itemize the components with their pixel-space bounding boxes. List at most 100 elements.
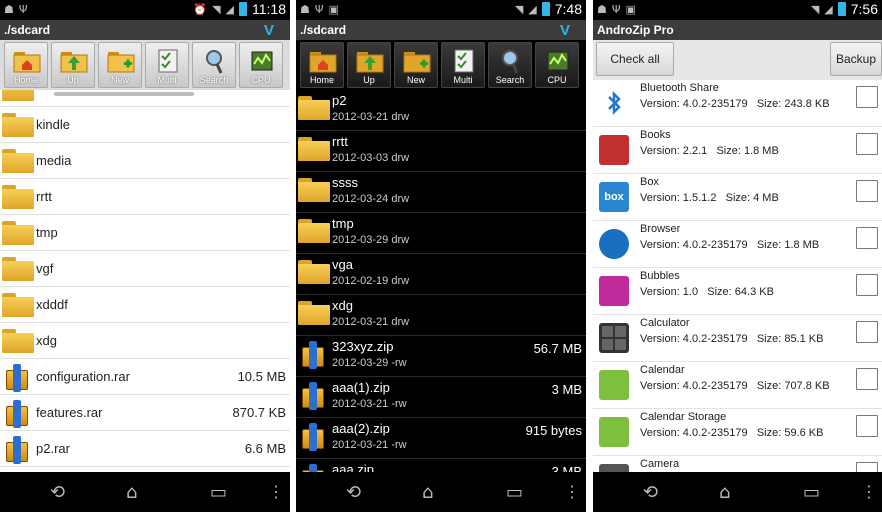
file-row[interactable]: tmp 2012-03-29 drw: [296, 213, 586, 254]
file-row[interactable]: features.rar 870.7 KB: [0, 395, 290, 431]
signal-icon: ◢: [824, 2, 833, 16]
app-row[interactable]: Bluetooth Share Version: 4.0.2-235179 Siz…: [593, 80, 882, 127]
app-select-checkbox[interactable]: [856, 133, 878, 155]
toolbar-new-button[interactable]: New: [394, 42, 438, 88]
app-logo-icon[interactable]: V: [264, 21, 274, 41]
recent-apps-icon[interactable]: ▭: [210, 482, 227, 503]
file-row[interactable]: vga 2012-02-19 drw: [296, 254, 586, 295]
archive-file-icon: [4, 364, 30, 392]
toolbar-cpu-button[interactable]: CPU: [535, 42, 579, 88]
toolbar-search-button[interactable]: Search: [192, 42, 236, 88]
toolbar-multi-button[interactable]: Multi: [145, 42, 189, 88]
shopping-bag-icon: ▣: [625, 3, 636, 16]
file-name: p2: [332, 93, 347, 108]
app-details: Version: 1.5.1.2 Size: 4 MB: [640, 192, 779, 204]
toolbar-multi-button[interactable]: Multi: [441, 42, 485, 88]
file-name: tmp: [36, 225, 58, 240]
folder-icon: [2, 149, 34, 173]
backup-button[interactable]: Backup: [830, 42, 882, 76]
file-row[interactable]: vgf: [0, 251, 290, 287]
app-select-checkbox[interactable]: [856, 180, 878, 202]
file-row[interactable]: aaa(2).zip 2012-03-21 -rw 915 bytes: [296, 418, 586, 459]
back-icon[interactable]: ⟲: [346, 482, 361, 503]
file-meta: 2012-03-29 -rw: [332, 357, 407, 369]
file-row[interactable]: rrtt: [0, 179, 290, 215]
file-row[interactable]: configuration.rar 10.5 MB: [0, 359, 290, 395]
toolbar-search-button[interactable]: Search: [488, 42, 532, 88]
home-icon[interactable]: ⌂: [719, 482, 730, 503]
status-bar: ☗ Ψ ▣ ◥ ◢ 7:48: [296, 0, 586, 20]
back-icon[interactable]: ⟲: [643, 482, 658, 503]
toolbar-button-label: Multi: [453, 75, 473, 85]
file-name: aaa(2).zip: [332, 421, 390, 436]
scrollbar[interactable]: [54, 92, 194, 96]
app-select-checkbox[interactable]: [856, 462, 878, 472]
app-row[interactable]: Calculator Version: 4.0.2-235179 Size: 85…: [593, 315, 882, 362]
app-version: Version: 4.0.2-235179: [640, 380, 748, 392]
app-row[interactable]: box Box Version: 1.5.1.2 Size: 4 MB: [593, 174, 882, 221]
app-row[interactable]: Browser Version: 4.0.2-235179 Size: 1.8 M…: [593, 221, 882, 268]
recent-apps-icon[interactable]: ▭: [803, 482, 820, 503]
file-list[interactable]: kindle media rrtt tmp vgf xdddf xdg configurati…: [0, 90, 290, 472]
app-select-checkbox[interactable]: [856, 274, 878, 296]
toolbar-up-button[interactable]: Up: [51, 42, 95, 88]
search-icon: [201, 48, 229, 74]
app-name: Books: [640, 129, 671, 141]
recent-apps-icon[interactable]: ▭: [506, 482, 523, 503]
check-all-button[interactable]: Check all: [596, 42, 674, 76]
file-meta: 2012-03-21 drw: [332, 316, 410, 328]
file-row[interactable]: xdg 2012-03-21 drw: [296, 295, 586, 336]
app-select-checkbox[interactable]: [856, 86, 878, 108]
toolbar-home-button[interactable]: Home: [300, 42, 344, 88]
app-select-checkbox[interactable]: [856, 368, 878, 390]
file-row[interactable]: xdg: [0, 323, 290, 359]
app-list[interactable]: Bluetooth Share Version: 4.0.2-235179 Siz…: [593, 80, 882, 472]
file-row[interactable]: aaa(1).zip 2012-03-21 -rw 3 MB: [296, 377, 586, 418]
home-icon[interactable]: ⌂: [126, 482, 137, 503]
file-meta: 2012-03-29 drw: [332, 234, 410, 246]
toolbar-up-button[interactable]: Up: [347, 42, 391, 88]
app-logo-icon[interactable]: V: [560, 21, 570, 41]
file-meta: 2012-03-21 -rw: [332, 398, 407, 410]
folder-icon: [2, 329, 34, 353]
app-row[interactable]: Books Version: 2.2.1 Size: 1.8 MB: [593, 127, 882, 174]
app-row[interactable]: Calendar Storage Version: 4.0.2-235179 Si…: [593, 409, 882, 456]
file-list[interactable]: p2 2012-03-21 drw rrtt 2012-03-03 drw ssss 20…: [296, 90, 586, 472]
file-row[interactable]: kindle: [0, 107, 290, 143]
file-row[interactable]: xdddf: [0, 287, 290, 323]
app-row[interactable]: Bubbles Version: 1.0 Size: 64.3 KB: [593, 268, 882, 315]
app-size: Size: 85.1 KB: [756, 333, 824, 345]
app-select-checkbox[interactable]: [856, 227, 878, 249]
menu-icon[interactable]: ⋮: [564, 482, 580, 501]
calendar-storage-icon: [599, 417, 629, 447]
file-row[interactable]: rrtt 2012-03-03 drw: [296, 131, 586, 172]
toolbar-new-button[interactable]: New: [98, 42, 142, 88]
file-meta: 2012-03-03 drw: [332, 152, 410, 164]
file-row[interactable]: media: [0, 143, 290, 179]
file-row[interactable]: tmp: [0, 215, 290, 251]
app-row[interactable]: Camera: [593, 456, 882, 472]
folder-icon: [2, 221, 34, 245]
menu-icon[interactable]: ⋮: [268, 482, 284, 501]
home-icon[interactable]: ⌂: [422, 482, 433, 503]
app-size: Size: 1.8 MB: [716, 145, 779, 157]
app-row[interactable]: Calendar Version: 4.0.2-235179 Size: 707.…: [593, 362, 882, 409]
battery-icon: [541, 2, 550, 16]
toolbar-home-button[interactable]: Home: [4, 42, 48, 88]
file-row[interactable]: p2.rar 6.6 MB: [0, 431, 290, 467]
back-icon[interactable]: ⟲: [50, 482, 65, 503]
toolbar-button-label: New: [110, 75, 129, 85]
app-select-checkbox[interactable]: [856, 415, 878, 437]
file-row[interactable]: 323xyz.zip 2012-03-29 -rw 56.7 MB: [296, 336, 586, 377]
file-name: tmp: [332, 216, 354, 231]
file-row[interactable]: aaa.zip 3 MB: [296, 459, 586, 472]
toolbar-cpu-button[interactable]: CPU: [239, 42, 283, 88]
file-row[interactable]: p2 2012-03-21 drw: [296, 90, 586, 131]
app-select-checkbox[interactable]: [856, 321, 878, 343]
file-name: configuration.rar: [36, 369, 130, 384]
home-folder-icon: [309, 48, 337, 74]
file-row[interactable]: ssss 2012-03-24 drw: [296, 172, 586, 213]
path-title-bar: ./sdcard V: [296, 20, 586, 40]
menu-icon[interactable]: ⋮: [861, 482, 877, 501]
